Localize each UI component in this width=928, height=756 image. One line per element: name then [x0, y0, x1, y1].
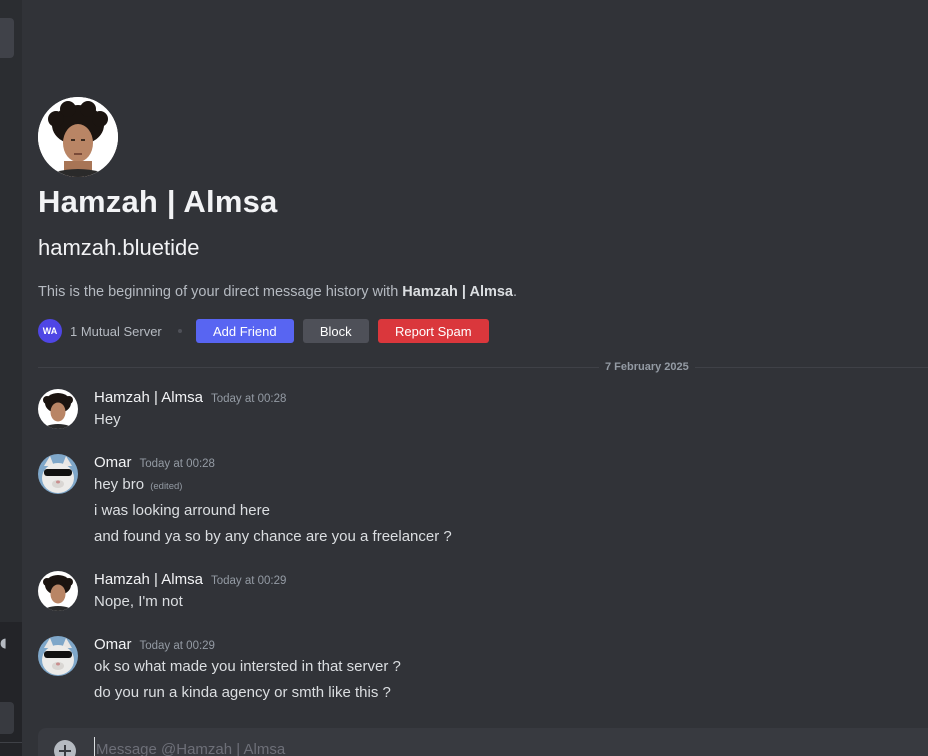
- message-text: do you run a kinda agency or smth like t…: [94, 684, 391, 701]
- intro-suffix: .: [513, 284, 518, 300]
- report-spam-button[interactable]: Report Spam: [377, 319, 489, 343]
- intro-name: Hamzah | Almsa: [402, 284, 513, 300]
- dm-chat-area: Hamzah | Almsa hamzah.bluetide This is t…: [22, 0, 928, 756]
- message-composer: [38, 728, 928, 756]
- date-divider: [38, 367, 928, 368]
- hamzah-avatar[interactable]: [38, 571, 78, 611]
- message-text: and found ya so by any chance are you a …: [94, 528, 452, 545]
- hamzah-avatar[interactable]: [38, 389, 78, 429]
- selected-dm-item[interactable]: [0, 18, 14, 58]
- mutual-servers-link[interactable]: 1 Mutual Server: [70, 324, 162, 339]
- intro-prefix: This is the beginning of your direct mes…: [38, 284, 403, 300]
- omar-cat-avatar[interactable]: [38, 454, 78, 494]
- message-timestamp: Today at 00:29: [210, 575, 287, 587]
- add-attachment-icon[interactable]: [54, 740, 76, 756]
- dm-intro-text: This is the beginning of your direct mes…: [38, 284, 517, 300]
- message-text: ok so what made you intersted in that se…: [94, 658, 401, 675]
- message-text: Nope, I'm not: [94, 593, 183, 610]
- message-text: Hey: [94, 411, 121, 428]
- message-timestamp: Today at 00:28: [139, 458, 215, 470]
- add-friend-button[interactable]: Add Friend: [195, 319, 294, 343]
- message-timestamp: Today at 00:28: [210, 393, 287, 405]
- message-author[interactable]: Hamzah | Almsa: [94, 389, 203, 406]
- message-text: hey bro (edited): [94, 476, 182, 493]
- message-author[interactable]: Hamzah | Almsa: [94, 571, 203, 588]
- profile-display-name: Hamzah | Almsa: [38, 184, 278, 219]
- sidebar-edge: ◖: [0, 0, 22, 756]
- profile-actions: WA 1 Mutual Server Add Friend Block Repo…: [38, 319, 498, 343]
- message-timestamp: Today at 00:29: [139, 640, 215, 652]
- divider-line: [0, 742, 22, 743]
- discord-app: ◖ Hamzah | Almsa hamzah.bluetide This is…: [0, 0, 928, 756]
- omar-cat-avatar[interactable]: [38, 636, 78, 676]
- message-header: Hamzah | Almsa Today at 00:29: [94, 571, 286, 591]
- message-input[interactable]: [94, 737, 916, 756]
- message-header: Omar Today at 00:28: [94, 454, 215, 474]
- profile-avatar[interactable]: [38, 97, 118, 177]
- user-panel-button[interactable]: [0, 702, 14, 734]
- block-button[interactable]: Block: [302, 319, 369, 343]
- message-text-content: hey bro: [94, 476, 145, 493]
- headset-icon[interactable]: ◖: [0, 636, 10, 652]
- message-text: i was looking arround here: [94, 502, 270, 519]
- server-icon[interactable]: WA: [38, 319, 62, 343]
- message-header: Omar Today at 00:29: [94, 636, 215, 656]
- message-header: Hamzah | Almsa Today at 00:28: [94, 389, 286, 409]
- message-author[interactable]: Omar: [94, 454, 132, 471]
- message-author[interactable]: Omar: [94, 636, 132, 653]
- separator-dot: [177, 329, 182, 333]
- edited-label: (edited): [150, 481, 183, 492]
- date-divider-label: 7 February 2025: [599, 359, 695, 375]
- profile-username: hamzah.bluetide: [38, 235, 200, 260]
